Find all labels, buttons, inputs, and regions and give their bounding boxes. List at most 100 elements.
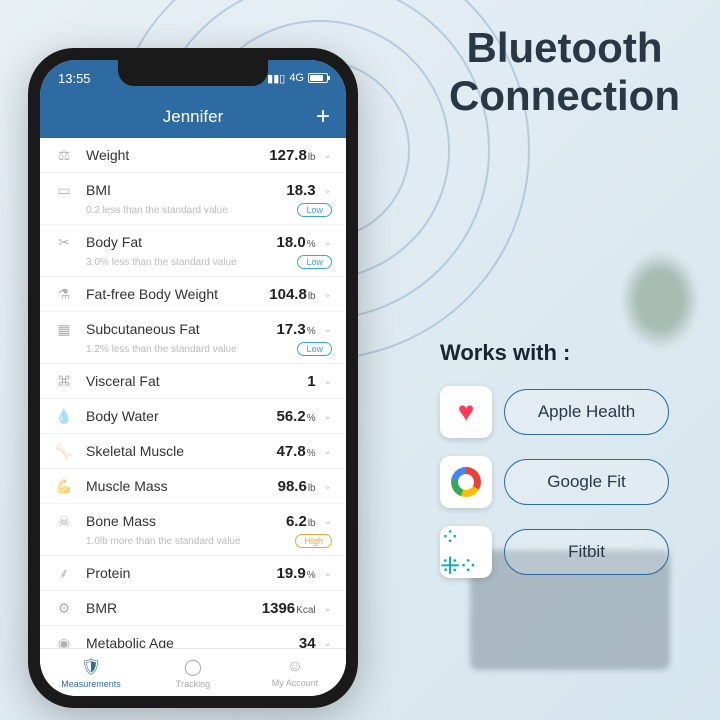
- metric-icon: ⚗: [54, 284, 74, 304]
- metrics-list[interactable]: ⚖ Weight127.8lb ⌄ ▭ BMI18.3 ⌄ 0.2 less than th…: [40, 138, 346, 648]
- metric-label: Bone Mass: [86, 513, 286, 529]
- integration-label: Fitbit: [504, 529, 669, 575]
- metric-label: Skeletal Muscle: [86, 443, 277, 459]
- metric-label: Body Water: [86, 408, 277, 424]
- metric-row[interactable]: ⸙ Protein19.9% ⌄: [40, 556, 346, 591]
- metric-value: 34: [299, 635, 316, 649]
- metric-value: 104.8lb: [269, 286, 315, 303]
- works-with-section: Works with : ♥ Apple Health Google Fit ⁘…: [440, 340, 669, 596]
- metric-label: Protein: [86, 565, 277, 581]
- status-badge: Low: [297, 255, 332, 269]
- network-label: 4G: [289, 72, 304, 84]
- metric-row[interactable]: ⚗ Fat-free Body Weight104.8lb ⌄: [40, 277, 346, 312]
- metric-row[interactable]: ⌘ Visceral Fat1 ⌄: [40, 364, 346, 399]
- metric-label: BMI: [86, 182, 286, 198]
- metric-label: Visceral Fat: [86, 373, 307, 389]
- app-bar: Jennifer +: [40, 96, 346, 138]
- integration-apple-health: ♥ Apple Health: [440, 386, 669, 438]
- metric-value: 56.2%: [277, 408, 316, 425]
- chevron-down-icon: ⌄: [324, 516, 332, 527]
- metric-row[interactable]: ⚙ BMR1396Kcal ⌄: [40, 591, 346, 626]
- metric-value: 127.8lb: [269, 147, 315, 164]
- add-button[interactable]: +: [316, 103, 330, 131]
- chevron-down-icon: ⌄: [324, 289, 332, 300]
- status-badge: High: [295, 534, 332, 548]
- metric-label: Muscle Mass: [86, 478, 278, 494]
- phone-screen: 13:55 ▮▮▯ 4G Jennifer + ⚖ Weight127.8lb ⌄ ▭…: [40, 60, 346, 696]
- works-with-label: Works with :: [440, 340, 669, 366]
- phone-frame: 13:55 ▮▮▯ 4G Jennifer + ⚖ Weight127.8lb ⌄ ▭…: [28, 48, 358, 708]
- metric-icon: 💧: [54, 406, 74, 426]
- headline-line1: Bluetooth: [449, 24, 680, 72]
- chevron-down-icon: ⌄: [324, 603, 332, 614]
- chevron-down-icon: ⌄: [324, 376, 332, 387]
- metric-row[interactable]: 💧 Body Water56.2% ⌄: [40, 399, 346, 434]
- metric-row[interactable]: 💪 Muscle Mass98.6lb ⌄: [40, 469, 346, 504]
- apple-health-icon: ♥: [440, 386, 492, 438]
- metric-value: 19.9%: [277, 565, 316, 582]
- metric-note: 0.2 less than the standard value: [86, 205, 228, 216]
- chevron-down-icon: ⌄: [324, 324, 332, 335]
- status-badge: Low: [297, 203, 332, 217]
- integration-label: Apple Health: [504, 389, 669, 435]
- tab-label: Tracking: [176, 679, 210, 689]
- status-time: 13:55: [58, 71, 91, 86]
- metric-row[interactable]: ◉Metabolic Age34⌄: [40, 626, 346, 648]
- tab-icon: ◯: [184, 657, 202, 677]
- metric-row[interactable]: ☠Bone Mass6.2lb⌄1.0lb more than the stan…: [40, 504, 346, 556]
- tab-my-account[interactable]: ☺ My Account: [244, 649, 346, 696]
- headline-line2: Connection: [449, 72, 680, 120]
- phone-notch: [118, 60, 268, 86]
- headline: Bluetooth Connection: [449, 24, 680, 121]
- metric-row[interactable]: ✂Body Fat18.0%⌄3.0% less than the standa…: [40, 225, 346, 277]
- background-plant: [620, 250, 700, 350]
- chevron-down-icon: ⌄: [324, 411, 332, 422]
- metric-value: 6.2lb: [286, 513, 316, 530]
- metric-value: 47.8%: [277, 443, 316, 460]
- chevron-down-icon: ⌄: [324, 446, 332, 457]
- google-fit-icon: [440, 456, 492, 508]
- tab-label: Measurements: [61, 679, 121, 689]
- metric-value: 17.3%: [277, 321, 316, 338]
- metric-note: 1.0lb more than the standard value: [86, 536, 241, 547]
- chevron-down-icon: ⌄: [324, 638, 332, 649]
- metric-label: BMR: [86, 600, 262, 616]
- chevron-down-icon: ⌄: [324, 568, 332, 579]
- metric-value: 1396Kcal: [262, 600, 316, 617]
- tab-tracking[interactable]: ◯ Tracking: [142, 649, 244, 696]
- metric-row[interactable]: ⚖ Weight127.8lb ⌄: [40, 138, 346, 173]
- metric-label: Weight: [86, 147, 269, 163]
- metric-note: 3.0% less than the standard value: [86, 257, 237, 268]
- chevron-down-icon: ⌄: [324, 237, 332, 248]
- tab-label: My Account: [272, 678, 319, 688]
- metric-icon: ◉: [54, 633, 74, 648]
- tab-measurements[interactable]: 🛡Measurements: [40, 649, 142, 696]
- metric-icon: ⚙: [54, 598, 74, 618]
- integration-fitbit: ⁘⁜⁘ Fitbit: [440, 526, 669, 578]
- metric-icon: ⚖: [54, 145, 74, 165]
- metric-icon: ▭: [54, 180, 74, 200]
- metric-label: Fat-free Body Weight: [86, 286, 269, 302]
- metric-icon: ⸙: [54, 563, 74, 583]
- metric-label: Body Fat: [86, 234, 277, 250]
- integration-label: Google Fit: [504, 459, 669, 505]
- metric-value: 18.3: [286, 182, 315, 199]
- signal-icon: ▮▮▯: [267, 72, 285, 85]
- battery-icon: [308, 73, 328, 83]
- metric-icon: ▦: [54, 319, 74, 339]
- metric-value: 18.0%: [277, 234, 316, 251]
- tab-icon: ☺: [287, 658, 303, 676]
- metric-icon: 💪: [54, 476, 74, 496]
- integration-google-fit: Google Fit: [440, 456, 669, 508]
- chevron-down-icon: ⌄: [324, 150, 332, 161]
- metric-icon: ⌘: [54, 371, 74, 391]
- fitbit-icon: ⁘⁜⁘: [440, 526, 492, 578]
- chevron-down-icon: ⌄: [324, 481, 332, 492]
- metric-row[interactable]: ▦Subcutaneous Fat17.3%⌄1.2% less than th…: [40, 312, 346, 364]
- metric-value: 1: [307, 373, 315, 390]
- metric-row[interactable]: 🦴Skeletal Muscle47.8%⌄: [40, 434, 346, 469]
- metric-value: 98.6lb: [278, 478, 316, 495]
- appbar-title: Jennifer: [163, 107, 223, 127]
- status-right: ▮▮▯ 4G: [267, 72, 328, 85]
- metric-row[interactable]: ▭BMI18.3⌄0.2 less than the standard valu…: [40, 173, 346, 225]
